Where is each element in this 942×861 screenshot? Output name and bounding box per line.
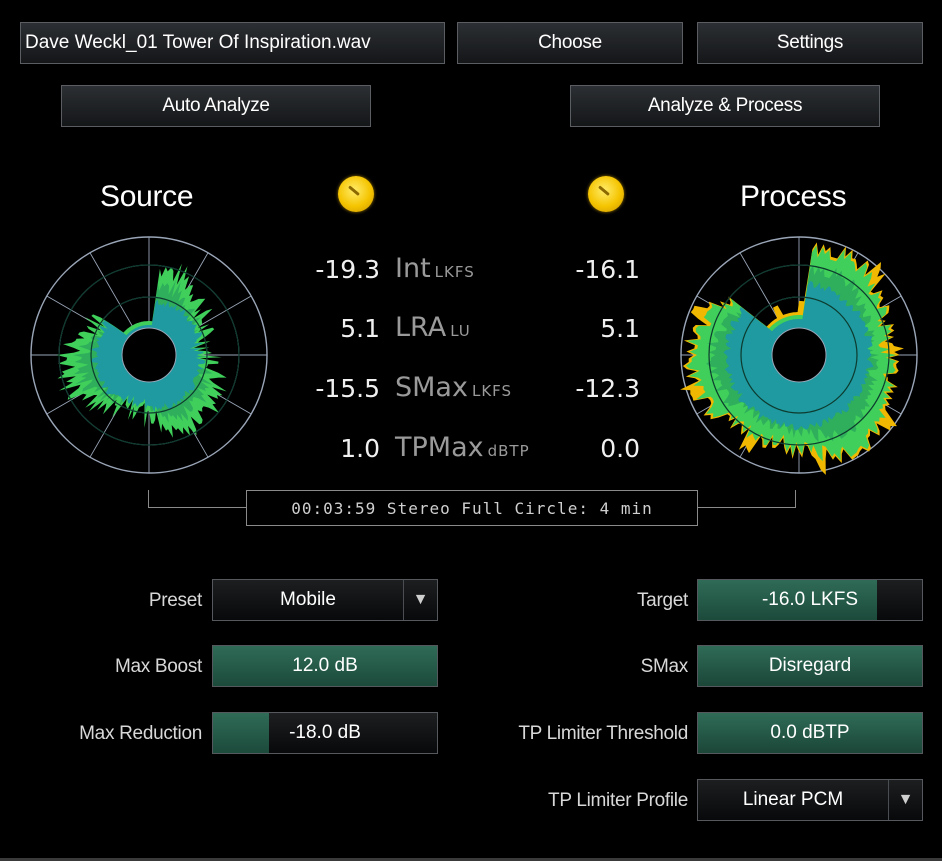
tp-threshold-label: TP Limiter Threshold bbox=[518, 723, 688, 744]
triangle-down-icon: ▼ bbox=[403, 580, 437, 620]
max-reduction-slider[interactable]: -18.0 dB bbox=[212, 712, 438, 754]
preset-value: Mobile bbox=[280, 589, 336, 610]
tpmax-source-value: 1.0 bbox=[340, 434, 380, 463]
process-radar-meter bbox=[680, 236, 918, 475]
source-title: Source bbox=[100, 180, 194, 213]
status-bracket-left bbox=[148, 490, 247, 508]
smax-source-value: -15.5 bbox=[315, 374, 380, 403]
tp-profile-label: TP Limiter Profile bbox=[548, 790, 688, 811]
tpmax-process-value: 0.0 bbox=[600, 434, 640, 463]
source-radar-meter bbox=[30, 236, 268, 474]
max-boost-label: Max Boost bbox=[114, 656, 202, 677]
lra-process-value: 5.1 bbox=[600, 314, 640, 343]
int-source-value: -19.3 bbox=[315, 255, 380, 284]
int-process-value: -16.1 bbox=[575, 255, 640, 284]
max-boost-value: 12.0 dB bbox=[292, 655, 358, 676]
status-readout: 00:03:59 Stereo Full Circle: 4 min bbox=[246, 490, 698, 526]
target-slider[interactable]: -16.0 LKFS bbox=[697, 579, 923, 621]
target-value: -16.0 LKFS bbox=[761, 589, 859, 610]
max-reduction-label: Max Reduction bbox=[79, 723, 202, 744]
source-sun-indicator-icon bbox=[338, 176, 374, 212]
smax-control[interactable]: Disregard bbox=[697, 645, 923, 687]
smax-label: SMax LKFS bbox=[395, 372, 513, 403]
smax-control-label: SMax bbox=[640, 656, 689, 677]
preset-dropdown[interactable]: Mobile ▼ bbox=[212, 579, 438, 621]
smax-control-value: Disregard bbox=[768, 655, 852, 676]
lra-label: LRA LU bbox=[395, 312, 471, 343]
max-reduction-fill bbox=[213, 713, 269, 753]
settings-button[interactable]: Settings bbox=[697, 22, 923, 64]
max-boost-slider[interactable]: 12.0 dB bbox=[212, 645, 438, 687]
tp-profile-value: Linear PCM bbox=[742, 789, 844, 810]
target-label: Target bbox=[636, 590, 688, 611]
choose-button[interactable]: Choose bbox=[457, 22, 683, 64]
process-sun-indicator-icon bbox=[588, 176, 624, 212]
status-bracket-right bbox=[697, 490, 796, 508]
lra-source-value: 5.1 bbox=[340, 314, 380, 343]
process-title: Process bbox=[740, 180, 847, 213]
smax-process-value: -12.3 bbox=[575, 374, 640, 403]
max-reduction-value: -18.0 dB bbox=[289, 722, 361, 743]
tp-threshold-value: 0.0 dBTP bbox=[770, 722, 850, 743]
analyze-process-button[interactable]: Analyze & Process bbox=[570, 85, 880, 127]
filename-field: Dave Weckl_01 Tower Of Inspiration.wav bbox=[20, 22, 445, 64]
int-label: Int LKFS bbox=[395, 253, 475, 284]
tp-profile-dropdown[interactable]: Linear PCM ▼ bbox=[697, 779, 923, 821]
triangle-down-icon: ▼ bbox=[888, 780, 922, 820]
auto-analyze-button[interactable]: Auto Analyze bbox=[61, 85, 371, 127]
tpmax-label: TPMax dBTP bbox=[395, 432, 530, 463]
tp-threshold-control[interactable]: 0.0 dBTP bbox=[697, 712, 923, 754]
preset-label: Preset bbox=[148, 590, 202, 611]
